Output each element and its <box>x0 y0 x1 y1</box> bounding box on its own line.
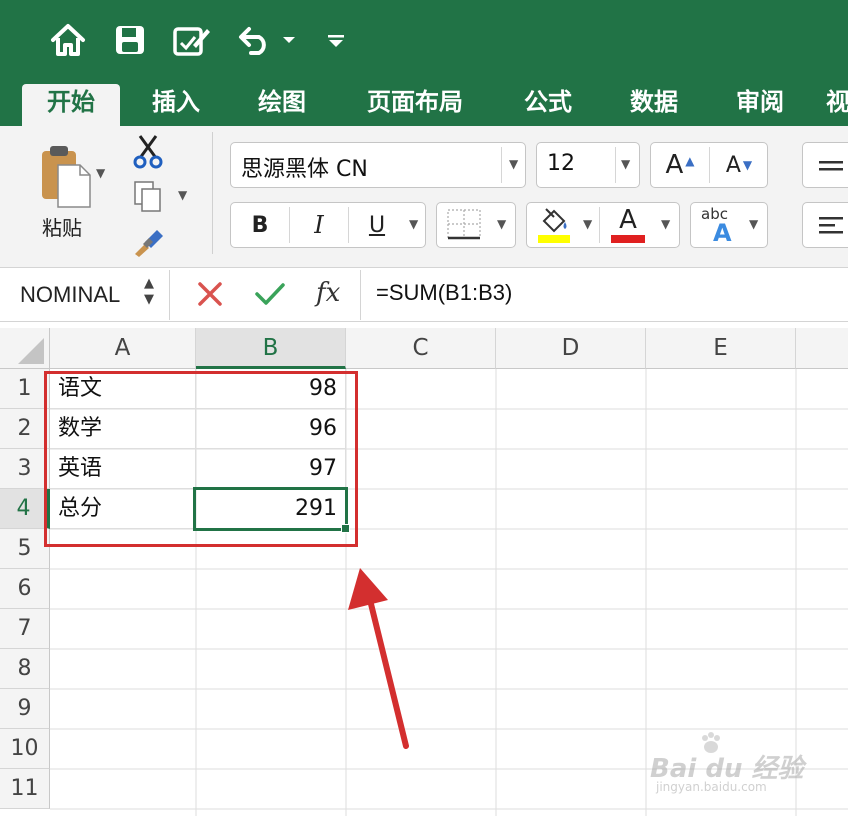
paste-dropdown-icon[interactable]: ▼ <box>96 166 105 180</box>
tab-page-layout[interactable]: 页面布局 <box>356 84 474 126</box>
tab-view[interactable]: 视 <box>826 84 848 126</box>
column-header-b[interactable]: B <box>196 328 346 369</box>
font-size-dropdown[interactable]: 12 ▼ <box>536 142 640 188</box>
text-effects-sub: A <box>713 219 732 247</box>
insert-function-button[interactable]: fx <box>316 278 340 308</box>
copy-dropdown-icon[interactable]: ▼ <box>178 188 187 202</box>
divider <box>615 147 616 183</box>
text-effects-dropdown-icon[interactable]: ▼ <box>749 217 758 231</box>
font-size-adjust-group: A ▲ A ▼ <box>650 142 768 188</box>
font-name-dropdown[interactable]: 思源黑体 CN ▼ <box>230 142 526 188</box>
undo-icon[interactable] <box>236 20 300 60</box>
align-left-button[interactable] <box>802 202 848 248</box>
borders-dropdown-icon[interactable]: ▼ <box>497 217 506 231</box>
tab-review[interactable]: 审阅 <box>724 84 796 126</box>
row-header-3[interactable]: 3 <box>0 449 50 489</box>
font-color-dropdown-icon[interactable]: ▼ <box>661 217 670 231</box>
formula-bar: NOMINAL ▲ ▼ fx =SUM(B1:B3) <box>0 268 848 322</box>
name-box-value: NOMINAL <box>20 282 121 307</box>
tab-data[interactable]: 数据 <box>618 84 690 126</box>
column-header-d[interactable]: D <box>496 328 646 369</box>
font-color-button[interactable]: A <box>605 205 651 245</box>
save-icon[interactable] <box>112 20 148 60</box>
paste-label: 粘贴 <box>42 216 82 240</box>
title-bar: 开始 插入 绘图 页面布局 公式 数据 审阅 视 <box>0 0 848 126</box>
fill-color-dropdown-icon[interactable]: ▼ <box>583 217 592 231</box>
tab-draw[interactable]: 绘图 <box>246 84 318 126</box>
cancel-formula-icon[interactable] <box>194 278 226 310</box>
font-color-label: A <box>619 205 637 235</box>
fill-color-button[interactable] <box>531 205 577 245</box>
column-header-a[interactable]: A <box>50 328 196 369</box>
column-header-e[interactable]: E <box>646 328 796 369</box>
row-header-7[interactable]: 7 <box>0 609 50 649</box>
row-header-8[interactable]: 8 <box>0 649 50 689</box>
row-header-6[interactable]: 6 <box>0 569 50 609</box>
bold-button[interactable]: B <box>231 203 289 247</box>
customize-toolbar-icon[interactable] <box>324 20 348 60</box>
arrow-up-icon: ▲ <box>685 154 695 168</box>
shrink-font-button[interactable]: A ▼ <box>710 143 768 187</box>
arrow-down-icon: ▼ <box>742 158 753 172</box>
format-painter-icon[interactable] <box>130 224 166 260</box>
font-style-group: B I U ▼ <box>230 202 426 248</box>
underline-dropdown-icon[interactable]: ▼ <box>409 217 418 231</box>
column-header-c[interactable]: C <box>346 328 496 369</box>
shrink-font-label: A <box>725 152 741 178</box>
copy-icon[interactable] <box>130 178 166 216</box>
row-header-9[interactable]: 9 <box>0 689 50 729</box>
edit-document-icon[interactable] <box>172 20 212 60</box>
alignment-top-button[interactable] <box>802 142 848 188</box>
chevron-down-icon: ▼ <box>621 157 631 171</box>
divider <box>599 207 600 243</box>
ribbon-separator <box>212 132 213 254</box>
color-group: ▼ A ▼ <box>526 202 680 248</box>
cut-icon[interactable] <box>130 132 166 172</box>
font-name-value: 思源黑体 CN <box>241 157 368 182</box>
highlight-color-swatch <box>538 235 570 243</box>
row-header-2[interactable]: 2 <box>0 409 50 449</box>
tab-home[interactable]: 开始 <box>22 84 120 126</box>
divider <box>501 147 502 183</box>
annotation-arrow <box>348 568 409 749</box>
row-header-5[interactable]: 5 <box>0 529 50 569</box>
select-all-button[interactable] <box>0 328 50 369</box>
tab-formulas[interactable]: 公式 <box>512 84 584 126</box>
grow-font-label: A <box>665 150 684 180</box>
ribbon-home: ▾ ▼ 粘贴 ▼ 思源黑体 CN ▼ 12 ▼ A ▲ A ▼ <box>0 126 848 268</box>
annotation-highlight-box <box>44 371 358 547</box>
baidu-watermark: Bai du 经验 jingyan.baidu.com <box>650 728 810 800</box>
divider <box>360 270 361 320</box>
name-box[interactable]: NOMINAL ▲ ▼ <box>0 270 170 320</box>
row-header-10[interactable]: 10 <box>0 729 50 769</box>
borders-button[interactable]: ▼ <box>436 202 516 248</box>
row-header-1[interactable]: 1 <box>0 369 50 409</box>
tab-insert[interactable]: 插入 <box>140 84 212 126</box>
column-header-f[interactable] <box>796 328 848 369</box>
font-color-swatch <box>611 235 645 243</box>
confirm-formula-icon[interactable] <box>252 278 288 310</box>
font-size-value: 12 <box>547 151 575 176</box>
text-effects-button[interactable]: abc A ▼ <box>690 202 768 248</box>
spreadsheet-grid: A B C D E 1 2 3 4 5 6 7 8 9 10 11 语文 98 … <box>0 328 848 816</box>
chevron-down-icon: ▼ <box>509 157 519 171</box>
name-box-stepper-icon[interactable]: ▲ ▼ <box>144 276 154 308</box>
grow-font-button[interactable]: A ▲ <box>651 143 709 187</box>
home-icon[interactable] <box>48 20 88 60</box>
row-header-4[interactable]: 4 <box>0 489 50 529</box>
formula-input[interactable]: =SUM(B1:B3) <box>376 280 512 306</box>
underline-button[interactable]: U <box>349 203 405 247</box>
row-header-11[interactable]: 11 <box>0 769 50 809</box>
italic-button[interactable]: I <box>290 203 348 247</box>
watermark-url: jingyan.baidu.com <box>656 780 767 794</box>
